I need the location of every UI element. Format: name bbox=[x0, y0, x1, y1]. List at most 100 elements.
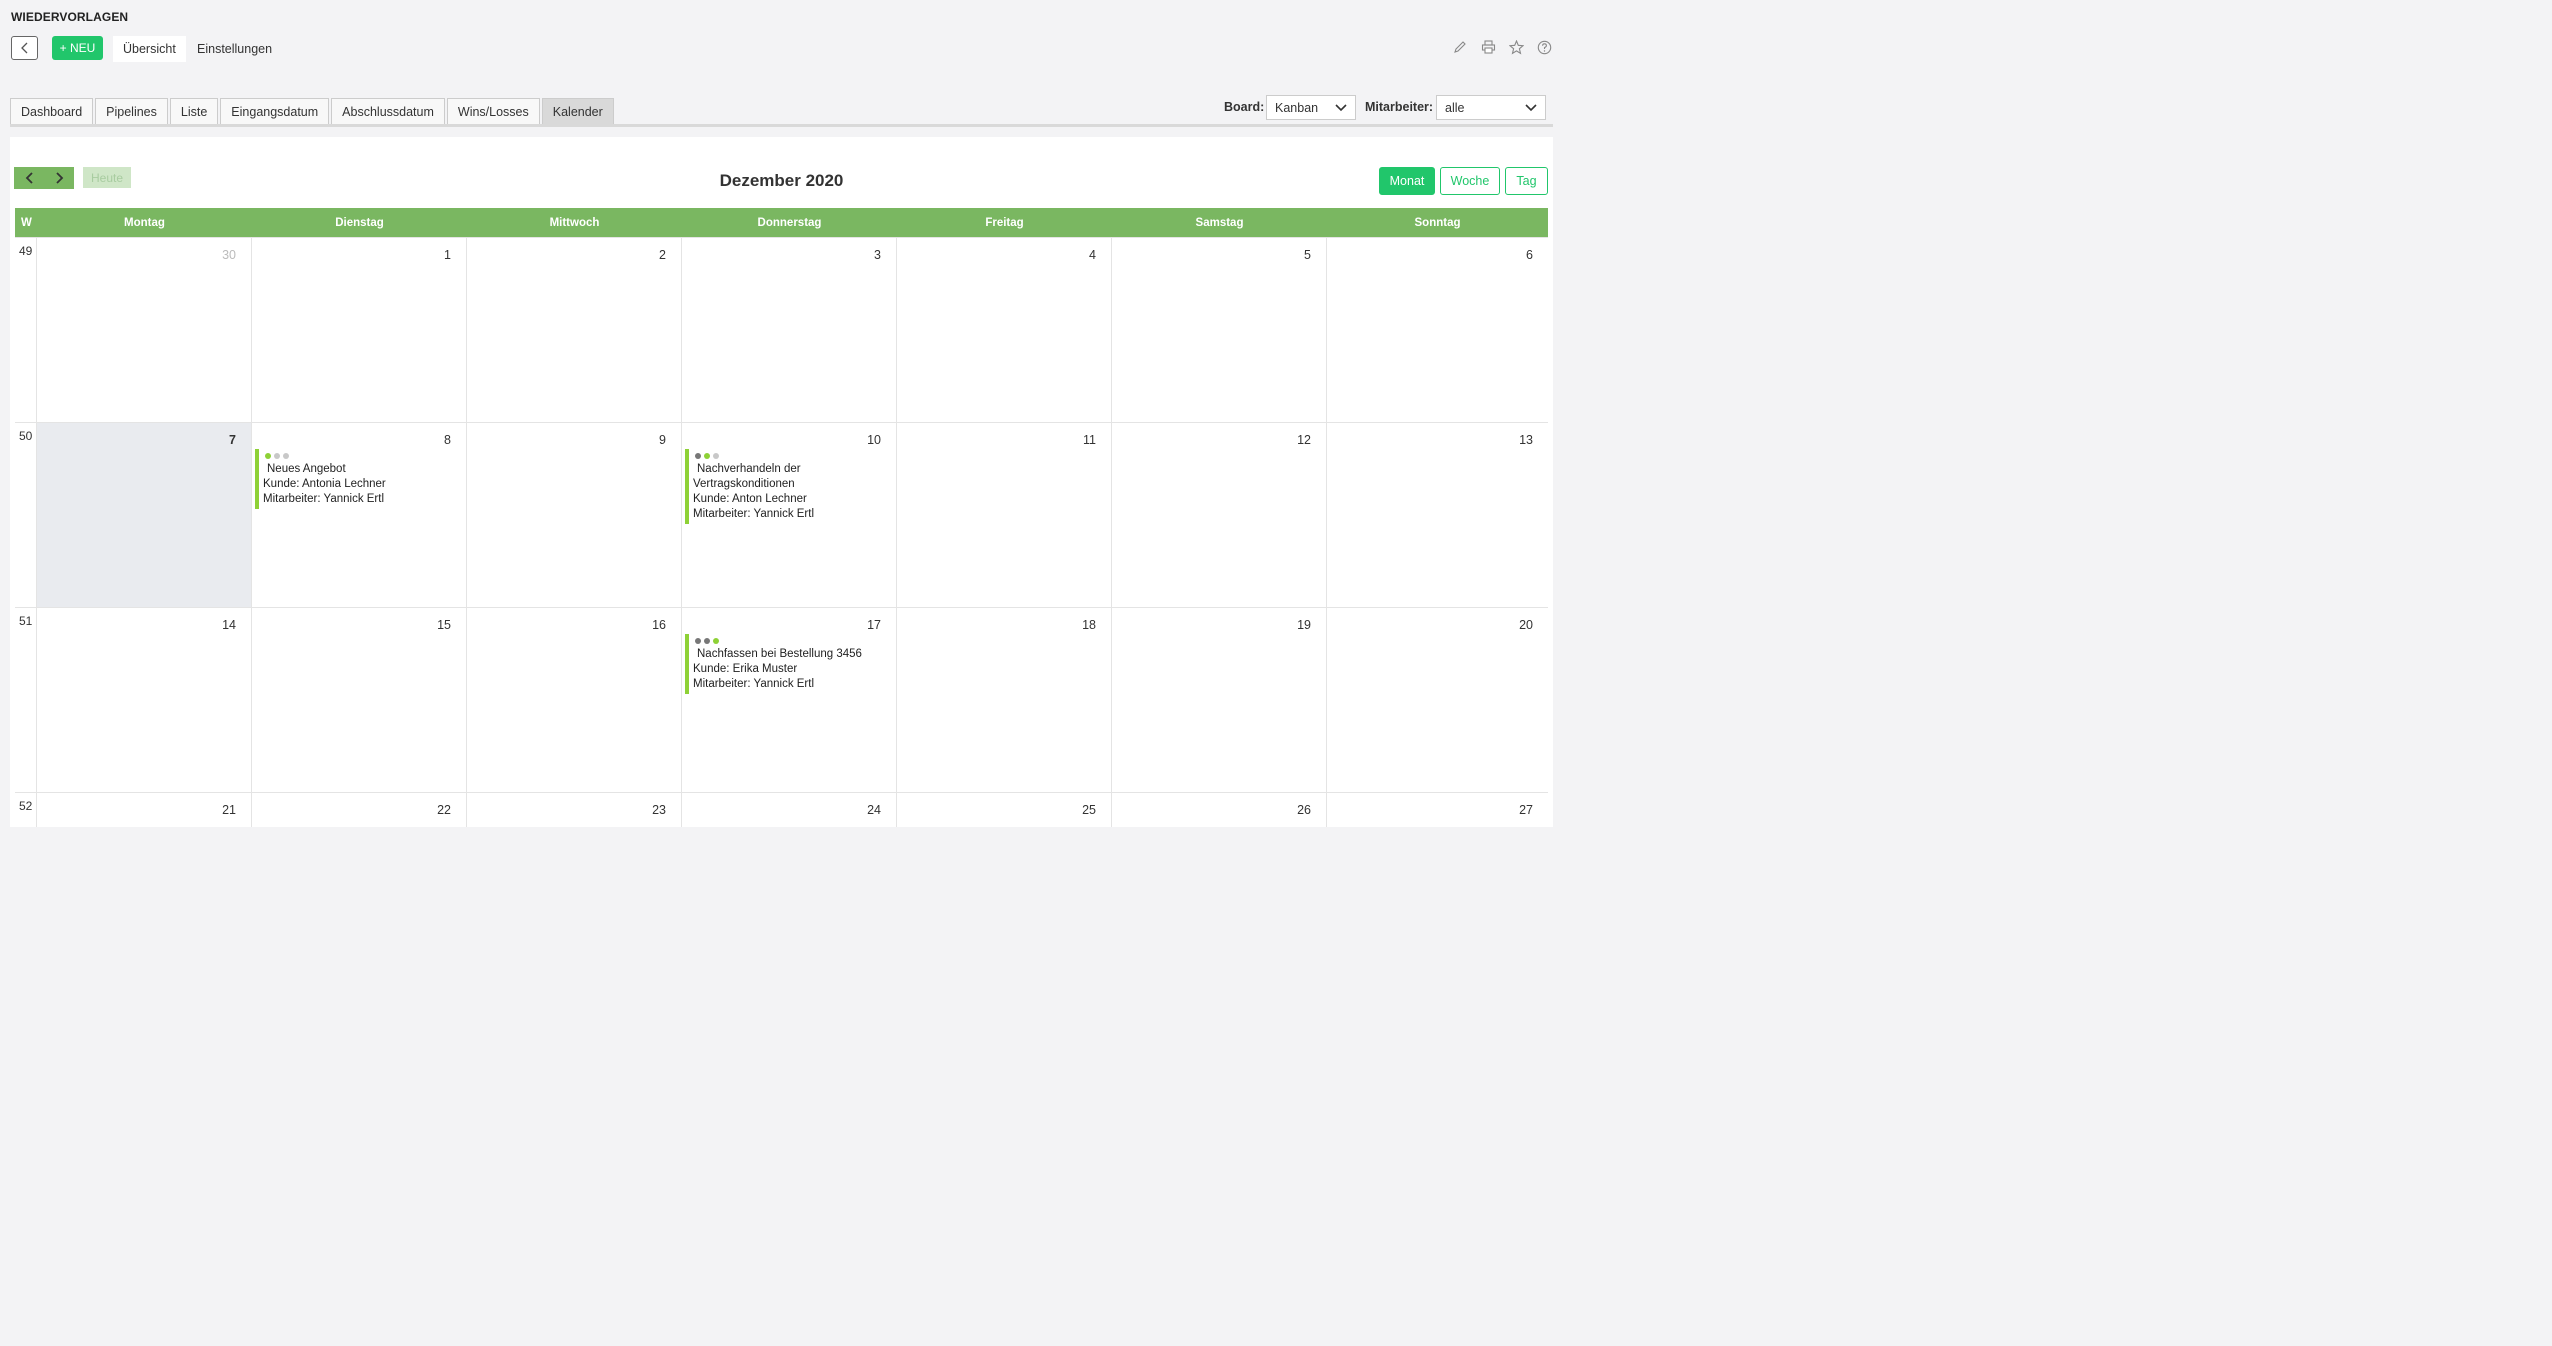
view-tab-wins-losses[interactable]: Wins/Losses bbox=[446, 98, 540, 125]
day-cell[interactable]: 18 bbox=[897, 608, 1112, 792]
day-cell[interactable]: 16 bbox=[467, 608, 682, 792]
day-cell[interactable]: 11 bbox=[897, 423, 1112, 607]
day-number: 12 bbox=[1297, 433, 1311, 447]
day-cell[interactable]: 9 bbox=[467, 423, 682, 607]
new-button[interactable]: + NEU bbox=[52, 36, 103, 60]
day-number: 1 bbox=[444, 248, 451, 262]
view-tab-pipelines[interactable]: Pipelines bbox=[95, 98, 168, 125]
event-title-continued: Vertragskonditionen bbox=[693, 478, 795, 490]
board-select-value: Kanban bbox=[1275, 100, 1319, 115]
chevron-down-icon bbox=[1335, 103, 1347, 111]
day-cell[interactable]: 21 bbox=[37, 793, 252, 827]
day-cell[interactable]: 23 bbox=[467, 793, 682, 827]
calendar-event[interactable]: Nachfassen bei Bestellung 3456 Kunde: Er… bbox=[685, 634, 885, 694]
event-customer: Kunde: Antonia Lechner bbox=[263, 478, 386, 490]
day-number: 22 bbox=[437, 803, 451, 817]
tabs-underline bbox=[10, 124, 1553, 127]
day-number: 9 bbox=[659, 433, 666, 447]
day-cell[interactable]: 10 Nachverhandeln der Vertragskonditione… bbox=[682, 423, 897, 607]
tab-einstellungen[interactable]: Einstellungen bbox=[187, 36, 282, 62]
day-number: 16 bbox=[652, 618, 666, 632]
day-cell[interactable]: 13 bbox=[1327, 423, 1548, 607]
view-tabs: Dashboard Pipelines Liste Eingangsdatum … bbox=[10, 98, 614, 125]
day-cell[interactable]: 3 bbox=[682, 238, 897, 422]
day-number: 4 bbox=[1089, 248, 1096, 262]
calendar-event[interactable]: Neues Angebot Kunde: Antonia Lechner Mit… bbox=[255, 449, 455, 509]
mode-week-button[interactable]: Woche bbox=[1440, 167, 1500, 195]
day-cell[interactable]: 1 bbox=[252, 238, 467, 422]
back-button[interactable] bbox=[11, 36, 38, 60]
week-row: 51 14 15 16 17 Nachfassen bei Bestellung… bbox=[15, 607, 1548, 792]
view-tab-dashboard[interactable]: Dashboard bbox=[10, 98, 94, 125]
event-customer: Kunde: Erika Muster bbox=[693, 663, 798, 675]
day-cell[interactable]: 25 bbox=[897, 793, 1112, 827]
event-customer: Kunde: Anton Lechner bbox=[693, 493, 807, 505]
event-title: Nachfassen bei Bestellung 3456 bbox=[697, 648, 862, 660]
day-cell[interactable]: 26 bbox=[1112, 793, 1327, 827]
day-cell[interactable]: 6 bbox=[1327, 238, 1548, 422]
day-cell[interactable]: 5 bbox=[1112, 238, 1327, 422]
chevron-left-icon bbox=[20, 42, 27, 54]
day-cell[interactable]: 15 bbox=[252, 608, 467, 792]
day-number: 25 bbox=[1082, 803, 1096, 817]
day-cell[interactable]: 20 bbox=[1327, 608, 1548, 792]
mode-day-button[interactable]: Tag bbox=[1505, 167, 1548, 195]
star-icon[interactable] bbox=[1508, 39, 1524, 55]
day-number: 26 bbox=[1297, 803, 1311, 817]
day-cell[interactable]: 27 bbox=[1327, 793, 1548, 827]
view-tab-eingangsdatum[interactable]: Eingangsdatum bbox=[220, 98, 330, 125]
week-number: 49 bbox=[15, 238, 37, 422]
day-number: 15 bbox=[437, 618, 451, 632]
pencil-icon[interactable] bbox=[1452, 39, 1468, 55]
status-dot bbox=[283, 453, 289, 459]
event-employee: Mitarbeiter: Yannick Ertl bbox=[263, 493, 385, 505]
day-cell[interactable]: 24 bbox=[682, 793, 897, 827]
weekday-header: Samstag bbox=[1195, 216, 1244, 229]
help-icon[interactable] bbox=[1536, 39, 1552, 55]
employee-select-value: alle bbox=[1445, 100, 1465, 115]
day-number: 27 bbox=[1519, 803, 1533, 817]
board-select[interactable]: Kanban bbox=[1266, 95, 1356, 120]
day-cell[interactable]: 2 bbox=[467, 238, 682, 422]
week-row: 49 30 1 2 3 4 5 6 bbox=[15, 237, 1548, 422]
day-cell[interactable]: 8 Neues Angebot Kunde: Antonia Lechner M… bbox=[252, 423, 467, 607]
day-cell[interactable]: 19 bbox=[1112, 608, 1327, 792]
event-title: Nachverhandeln der bbox=[697, 463, 801, 475]
week-row: 52 21 22 23 24 25 26 27 bbox=[15, 792, 1548, 827]
status-dot bbox=[695, 638, 701, 644]
status-dot bbox=[704, 453, 710, 459]
day-number: 13 bbox=[1519, 433, 1533, 447]
view-tab-abschlussdatum[interactable]: Abschlussdatum bbox=[331, 98, 445, 125]
employee-select[interactable]: alle bbox=[1436, 95, 1546, 120]
day-number: 30 bbox=[222, 248, 236, 262]
weekday-header: Freitag bbox=[985, 216, 1024, 229]
day-cell[interactable]: 14 bbox=[37, 608, 252, 792]
day-number: 24 bbox=[867, 803, 881, 817]
day-cell[interactable]: 30 bbox=[37, 238, 252, 422]
day-cell[interactable]: 17 Nachfassen bei Bestellung 3456 Kunde:… bbox=[682, 608, 897, 792]
weekday-header: Donnerstag bbox=[757, 216, 822, 229]
day-number: 2 bbox=[659, 248, 666, 262]
day-number: 14 bbox=[222, 618, 236, 632]
day-cell[interactable]: 22 bbox=[252, 793, 467, 827]
view-tab-kalender[interactable]: Kalender bbox=[541, 98, 614, 125]
day-cell-today[interactable]: 7 bbox=[37, 423, 252, 607]
event-status-dots bbox=[693, 634, 885, 647]
tab-uebersicht[interactable]: Übersicht bbox=[113, 36, 186, 62]
calendar-panel: Heute Dezember 2020 Monat Woche Tag W Mo… bbox=[10, 137, 1553, 827]
bottom-fade bbox=[0, 1332, 1568, 1346]
week-number: 52 bbox=[15, 793, 37, 827]
event-employee: Mitarbeiter: Yannick Ertl bbox=[693, 678, 815, 690]
day-cell[interactable]: 12 bbox=[1112, 423, 1327, 607]
employee-label: Mitarbeiter: bbox=[1365, 100, 1434, 114]
view-tab-liste[interactable]: Liste bbox=[169, 98, 219, 125]
week-number: 50 bbox=[15, 423, 37, 607]
calendar-title: Dezember 2020 bbox=[719, 171, 844, 190]
day-number: 3 bbox=[874, 248, 881, 262]
calendar-event[interactable]: Nachverhandeln der Vertragskonditionen K… bbox=[685, 449, 885, 524]
day-number: 19 bbox=[1297, 618, 1311, 632]
mode-month-button[interactable]: Monat bbox=[1379, 167, 1435, 195]
print-icon[interactable] bbox=[1480, 39, 1496, 55]
week-number: 51 bbox=[15, 608, 37, 792]
day-cell[interactable]: 4 bbox=[897, 238, 1112, 422]
